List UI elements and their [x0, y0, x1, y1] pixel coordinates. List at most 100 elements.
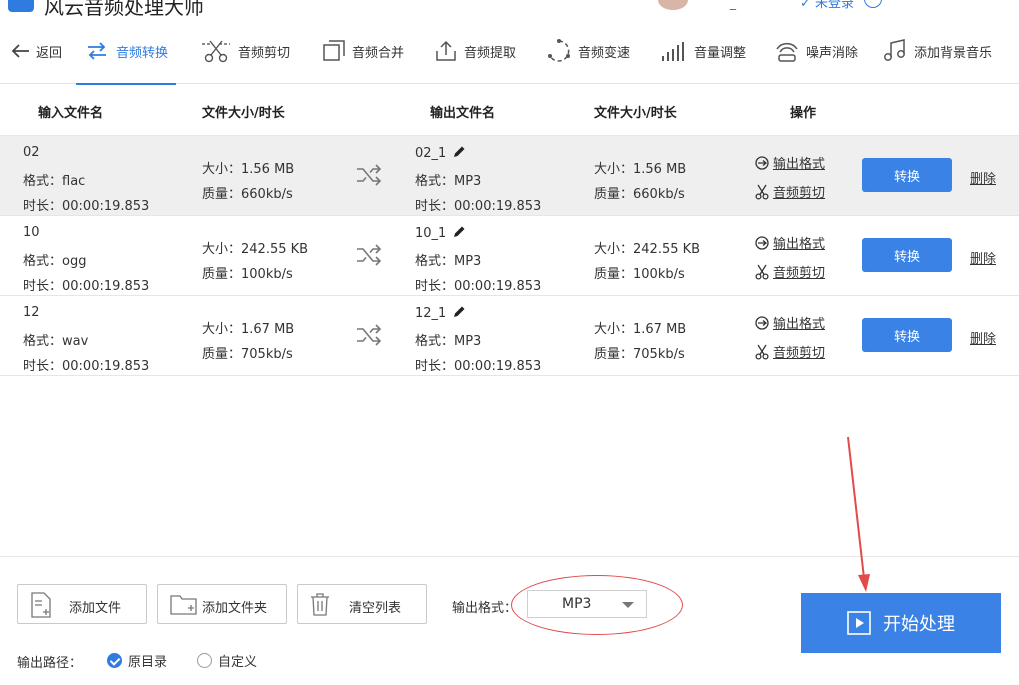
op-cut-label: 音频剪切: [773, 186, 826, 201]
output-file-name[interactable]: 12_1: [415, 305, 466, 321]
pencil-icon[interactable]: [452, 145, 466, 159]
table-header: 输入文件名 文件大小/时长 输出文件名 文件大小/时长 操作: [0, 84, 1019, 136]
input-file-name: 12: [23, 305, 40, 320]
arrow-left-icon: [11, 44, 29, 58]
delete-link[interactable]: 删除: [970, 328, 996, 347]
format-icon: [755, 315, 769, 330]
output-duration: 时长：00:00:19.853: [415, 279, 542, 294]
speed-icon: [548, 39, 570, 62]
delete-link[interactable]: 删除: [970, 168, 996, 187]
add-folder-button[interactable]: 添加文件夹: [157, 584, 287, 624]
start-processing-button[interactable]: 开始处理: [801, 593, 1001, 653]
output-format: 格式：MP3: [415, 174, 482, 189]
music-note-icon: [884, 39, 905, 61]
radio-label: 原目录: [128, 655, 168, 670]
start-label: 开始处理: [883, 614, 955, 635]
tab-noise-removal[interactable]: 噪声消除: [774, 18, 858, 84]
radio-custom-directory[interactable]: 自定义: [197, 651, 257, 670]
output-file-name[interactable]: 10_1: [415, 225, 466, 241]
tab-audio-cut[interactable]: 音频剪切: [200, 18, 290, 84]
audio-cut-link[interactable]: 音频剪切: [755, 342, 825, 361]
input-size: 大小：1.56 MB: [202, 162, 295, 177]
format-icon: [755, 235, 769, 250]
noise-icon: [776, 42, 798, 62]
add-folder-icon: [170, 595, 197, 615]
output-format-link[interactable]: 输出格式: [755, 233, 825, 252]
output-format-label: 输出格式：: [452, 601, 518, 616]
output-quality: 质量：100kb/s: [594, 267, 685, 282]
table-row[interactable]: 10 格式：ogg 时长：00:00:19.853 大小：242.55 KB 质…: [0, 216, 1019, 296]
input-size: 大小：1.67 MB: [202, 322, 295, 337]
delete-link[interactable]: 删除: [970, 248, 996, 267]
trash-icon: [311, 593, 329, 616]
format-icon: [755, 155, 769, 170]
op-cut-label: 音频剪切: [773, 266, 826, 281]
back-button[interactable]: 返回: [10, 18, 62, 84]
table-row[interactable]: 12 格式：wav 时长：00:00:19.853 大小：1.67 MB 质量：…: [0, 296, 1019, 376]
input-duration: 时长：00:00:19.853: [23, 279, 150, 294]
input-file-name: 02: [23, 145, 40, 160]
op-cut-label: 音频剪切: [773, 346, 826, 361]
scissors-icon: [202, 40, 230, 63]
tab-audio-merge[interactable]: 音频合并: [322, 18, 404, 84]
audio-cut-link[interactable]: 音频剪切: [755, 182, 825, 201]
tab-audio-extract[interactable]: 音频提取: [434, 18, 516, 84]
clear-list-label: 清空列表: [349, 601, 402, 616]
login-status[interactable]: ✓ 未登录: [800, 0, 854, 11]
header-output-size: 文件大小/时长: [594, 106, 677, 121]
output-size: 大小：1.67 MB: [594, 322, 687, 337]
radio-unchecked-icon: [197, 653, 212, 668]
radio-original-directory[interactable]: 原目录: [107, 651, 167, 670]
output-quality: 质量：705kb/s: [594, 347, 685, 362]
convert-button[interactable]: 转换: [862, 158, 952, 192]
output-size: 大小：1.56 MB: [594, 162, 687, 177]
input-duration: 时长：00:00:19.853: [23, 359, 150, 374]
help-icon[interactable]: [864, 0, 882, 8]
convert-icon: [88, 42, 106, 60]
convert-button[interactable]: 转换: [862, 318, 952, 352]
title-bar: 风云音频处理大师 _ ✓ 未登录: [0, 0, 1019, 16]
output-name-text: 10_1: [415, 226, 447, 241]
tab-audio-speed[interactable]: 音频变速: [546, 18, 630, 84]
header-output-name: 输出文件名: [430, 106, 496, 121]
tab-add-background-music[interactable]: 添加背景音乐: [882, 18, 992, 84]
tab-audio-convert[interactable]: 音频转换: [75, 18, 177, 85]
output-format-link[interactable]: 输出格式: [755, 153, 825, 172]
convert-button[interactable]: 转换: [862, 238, 952, 272]
output-duration: 时长：00:00:19.853: [415, 359, 542, 374]
volume-icon: [662, 42, 684, 61]
input-file-name: 10: [23, 225, 40, 240]
clear-list-button[interactable]: 清空列表: [297, 584, 427, 624]
add-file-label: 添加文件: [69, 601, 122, 616]
pencil-icon[interactable]: [452, 305, 466, 319]
add-folder-label: 添加文件夹: [202, 601, 268, 616]
tab-label: 音频提取: [464, 45, 517, 61]
tab-label: 音频变速: [578, 45, 631, 61]
output-file-name[interactable]: 02_1: [415, 145, 466, 161]
op-format-label: 输出格式: [773, 317, 826, 332]
chevron-down-icon: [622, 602, 634, 608]
header-actions: 操作: [790, 106, 817, 121]
output-format: 格式：MP3: [415, 334, 482, 349]
scissors-icon: [755, 264, 769, 280]
scissors-icon: [755, 184, 769, 200]
output-format-select[interactable]: MP3: [527, 590, 647, 618]
add-file-button[interactable]: 添加文件: [17, 584, 147, 624]
header-input-size: 文件大小/时长: [202, 106, 285, 121]
play-icon: [847, 611, 871, 635]
table-row[interactable]: 02 格式：flac 时长：00:00:19.853 大小：1.56 MB 质量…: [0, 136, 1019, 216]
pencil-icon[interactable]: [452, 225, 466, 239]
output-quality: 质量：660kb/s: [594, 187, 685, 202]
tab-label: 添加背景音乐: [914, 45, 993, 61]
input-quality: 质量：705kb/s: [202, 347, 293, 362]
output-format-link[interactable]: 输出格式: [755, 313, 825, 332]
output-size: 大小：242.55 KB: [594, 242, 701, 257]
minimize-button[interactable]: _: [730, 0, 736, 10]
input-duration: 时长：00:00:19.853: [23, 199, 150, 214]
audio-cut-link[interactable]: 音频剪切: [755, 262, 825, 281]
avatar[interactable]: [658, 0, 688, 10]
tab-volume-adjust[interactable]: 音量调整: [660, 18, 746, 84]
shuffle-icon: [357, 164, 382, 186]
divider: [0, 556, 1019, 557]
app-logo-icon: [8, 0, 34, 12]
